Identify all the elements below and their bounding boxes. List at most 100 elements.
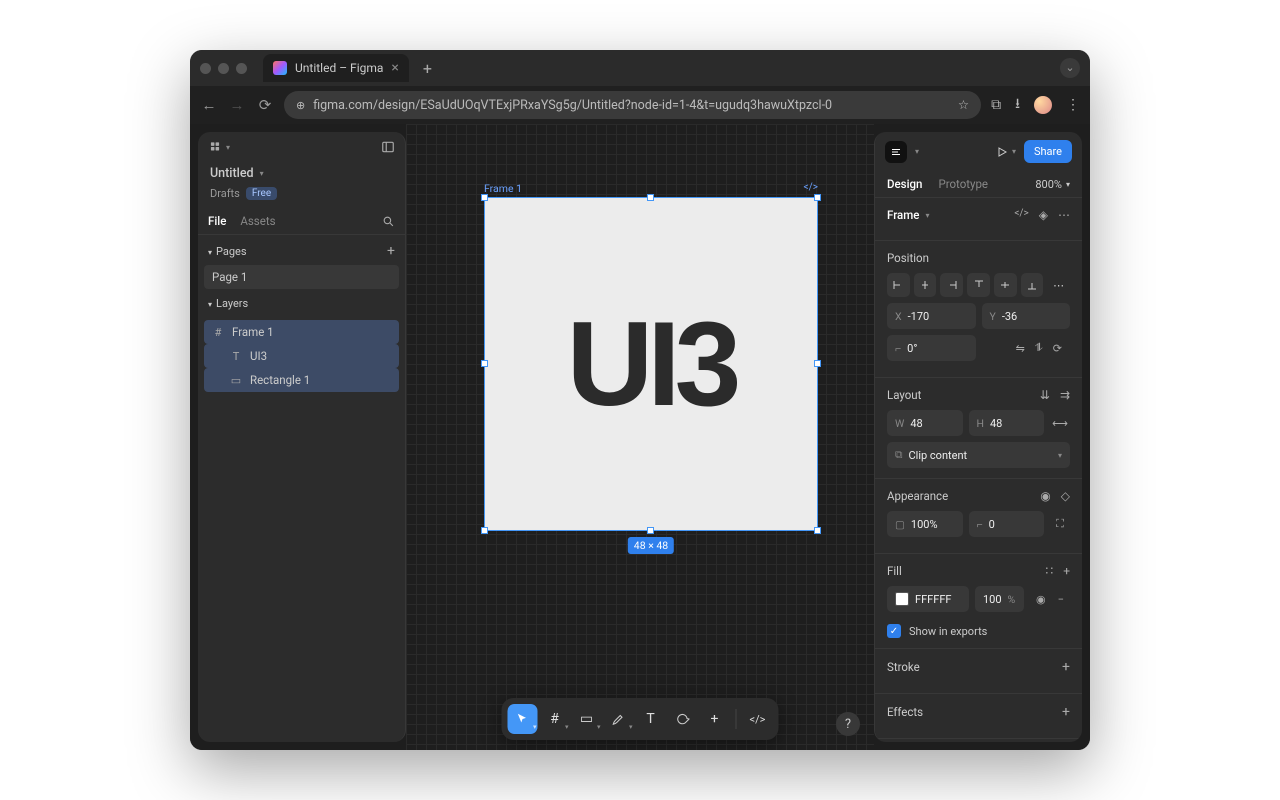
page-item[interactable]: Page 1: [204, 265, 399, 289]
fill-visibility-icon[interactable]: ◉: [1036, 593, 1046, 606]
nav-forward-icon[interactable]: →: [228, 96, 246, 114]
constrain-icon[interactable]: ⟷: [1050, 410, 1070, 436]
text-tool[interactable]: T: [636, 704, 666, 734]
width-input[interactable]: W48: [887, 410, 963, 436]
layer-label: Frame 1: [232, 325, 274, 339]
tab-prototype[interactable]: Prototype: [938, 177, 988, 191]
blend-icon[interactable]: ◇: [1061, 489, 1070, 503]
bookmark-icon[interactable]: ☆: [958, 97, 969, 113]
resize-handle-bl[interactable]: [481, 527, 488, 534]
flip-h-icon[interactable]: ⇋: [1016, 342, 1025, 355]
tab-assets[interactable]: Assets: [240, 214, 275, 228]
tab-title: Untitled – Figma: [295, 61, 383, 75]
address-bar[interactable]: ⊕ figma.com/design/ESaUdUOqVTExjPRxaYSg5…: [284, 91, 981, 119]
add-page-button[interactable]: +: [387, 243, 395, 259]
align-bottom[interactable]: [1021, 273, 1044, 297]
y-input[interactable]: Y-36: [982, 303, 1071, 329]
pen-tool[interactable]: ▾: [604, 704, 634, 734]
layer-rectangle[interactable]: ▭ Rectangle 1: [204, 368, 399, 392]
align-hcenter[interactable]: [914, 273, 937, 297]
resize-handle-l[interactable]: [481, 360, 488, 367]
new-tab-button[interactable]: +: [417, 59, 438, 78]
search-icon[interactable]: [382, 215, 395, 228]
align-more[interactable]: ⋯: [1047, 273, 1070, 297]
browser-menu-icon[interactable]: ⋮: [1066, 97, 1080, 113]
flip-v-icon[interactable]: ⥮: [1035, 341, 1043, 355]
align-right[interactable]: [940, 273, 963, 297]
fill-opacity-input[interactable]: 100%: [975, 586, 1024, 612]
nav-reload-icon[interactable]: ⟳: [256, 96, 274, 114]
layers-section-label[interactable]: ▾Layers: [208, 297, 248, 310]
add-effect-icon[interactable]: +: [1062, 704, 1070, 720]
add-fill-icon[interactable]: +: [1063, 564, 1070, 578]
tabs-dropdown-icon[interactable]: ⌄: [1060, 58, 1080, 78]
right-panel: ▾ ▾ Share Design Prototype 800%▾ Frame▾ …: [874, 132, 1082, 742]
add-stroke-icon[interactable]: +: [1062, 659, 1070, 675]
x-input[interactable]: X-170: [887, 303, 976, 329]
resize-handle-tl[interactable]: [481, 194, 488, 201]
dev-mode-toggle[interactable]: </>: [743, 704, 773, 734]
traffic-min[interactable]: [218, 63, 229, 74]
extensions-icon[interactable]: ⧉: [991, 97, 1001, 113]
move-tool[interactable]: ▾: [508, 704, 538, 734]
rotation-input[interactable]: ⌐0°: [887, 335, 976, 361]
pages-section-label[interactable]: ▾Pages: [208, 245, 247, 258]
frame-name-label[interactable]: Frame 1: [484, 182, 522, 195]
corner-radius-input[interactable]: ⌐0: [969, 511, 1045, 537]
tab-design[interactable]: Design: [887, 177, 922, 191]
layer-frame[interactable]: # Frame 1: [204, 320, 399, 344]
visibility-icon[interactable]: ◉: [1040, 489, 1050, 503]
downloads-icon[interactable]: ⭳: [1015, 93, 1020, 117]
auto-layout-h-icon[interactable]: ⇉: [1060, 388, 1070, 402]
rotate-90-icon[interactable]: ⟳: [1053, 342, 1062, 355]
nav-back-icon[interactable]: ←: [200, 96, 218, 114]
fill-color-input[interactable]: FFFFFF: [887, 586, 969, 612]
clip-content-select[interactable]: ⧉Clip content ▾: [887, 442, 1070, 468]
document-name[interactable]: Untitled ▾: [198, 162, 405, 185]
resize-handle-br[interactable]: [814, 527, 821, 534]
site-info-icon[interactable]: ⊕: [296, 99, 305, 112]
opacity-input[interactable]: ▢100%: [887, 511, 963, 537]
independent-corners-icon[interactable]: ⛶: [1050, 511, 1070, 537]
align-left[interactable]: [887, 273, 910, 297]
resize-handle-t[interactable]: [647, 194, 654, 201]
tab-file[interactable]: File: [208, 214, 226, 228]
browser-tab[interactable]: Untitled – Figma ×: [263, 54, 409, 82]
main-menu-button[interactable]: ▾: [208, 140, 230, 154]
resize-handle-r[interactable]: [814, 360, 821, 367]
canvas[interactable]: Frame 1 </> UI3 48 × 48 ▾: [406, 124, 874, 750]
traffic-close[interactable]: [200, 63, 211, 74]
traffic-max[interactable]: [236, 63, 247, 74]
chevron-down-icon[interactable]: ▾: [915, 147, 919, 156]
drafts-label[interactable]: Drafts: [210, 187, 240, 200]
shape-tool[interactable]: ▭▾: [572, 704, 602, 734]
comment-tool[interactable]: [668, 704, 698, 734]
auto-layout-v-icon[interactable]: ⇊: [1040, 388, 1050, 402]
align-vcenter[interactable]: [994, 273, 1017, 297]
frame-type-selector[interactable]: Frame▾: [887, 208, 929, 222]
frame-tool[interactable]: #▾: [540, 704, 570, 734]
app-logo[interactable]: [885, 141, 907, 163]
help-button[interactable]: ?: [836, 712, 860, 736]
profile-avatar[interactable]: [1034, 96, 1052, 114]
share-button[interactable]: Share: [1024, 140, 1072, 163]
selected-frame[interactable]: Frame 1 </> UI3 48 × 48: [484, 182, 818, 531]
frame-canvas-object[interactable]: UI3 48 × 48: [484, 197, 818, 531]
component-icon[interactable]: ◈: [1039, 208, 1048, 222]
actions-tool[interactable]: +: [700, 704, 730, 734]
fill-styles-icon[interactable]: ∷: [1046, 564, 1054, 578]
present-button[interactable]: ▾: [996, 146, 1016, 158]
align-top[interactable]: [967, 273, 990, 297]
zoom-control[interactable]: 800%▾: [1035, 178, 1070, 191]
resize-handle-tr[interactable]: [814, 194, 821, 201]
code-icon[interactable]: </>: [1014, 208, 1028, 222]
resize-handle-b[interactable]: [647, 527, 654, 534]
height-input[interactable]: H48: [969, 410, 1045, 436]
show-in-exports-checkbox[interactable]: ✓: [887, 624, 901, 638]
tab-close-icon[interactable]: ×: [391, 60, 398, 76]
panel-toggle-icon[interactable]: [381, 140, 395, 154]
remove-fill-icon[interactable]: −: [1058, 593, 1064, 606]
more-icon[interactable]: ⋯: [1058, 208, 1070, 222]
layer-text[interactable]: T UI3: [204, 344, 399, 368]
window-controls: [200, 63, 247, 74]
